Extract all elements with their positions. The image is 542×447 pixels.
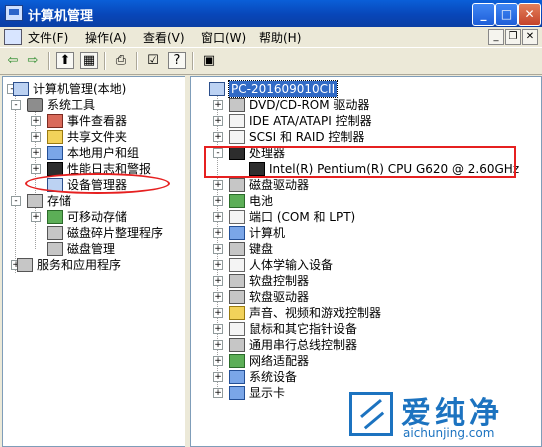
expand-toggle[interactable]: + — [31, 212, 41, 222]
expand-toggle[interactable]: + — [213, 180, 223, 190]
menu-file[interactable]: 文件(F) — [28, 29, 68, 46]
dvd-icon — [229, 98, 245, 112]
properties-icon[interactable]: ☑ — [144, 52, 162, 69]
expand-toggle[interactable]: + — [31, 148, 41, 158]
processor-highlight-box — [204, 146, 516, 178]
expand-toggle[interactable]: + — [213, 340, 223, 350]
computer-icon — [229, 226, 245, 240]
forward-arrow-icon[interactable]: ⇨ — [24, 52, 42, 69]
computer-management-icon — [13, 82, 29, 96]
back-arrow-icon[interactable]: ⇦ — [4, 52, 22, 69]
storage-icon — [27, 194, 43, 208]
computer-management-icon — [5, 5, 23, 21]
menu-help[interactable]: 帮助(H) — [259, 29, 301, 46]
floppy-drive-icon — [229, 290, 245, 304]
hid-icon — [229, 258, 245, 272]
expand-toggle[interactable]: + — [213, 260, 223, 270]
expand-toggle[interactable]: + — [213, 196, 223, 206]
port-icon — [229, 210, 245, 224]
expand-toggle[interactable]: + — [31, 164, 41, 174]
menu-window[interactable]: 窗口(W) — [201, 29, 246, 46]
watermark: 爱纯净 aichunjing.com — [345, 388, 540, 444]
show-hide-tree-icon[interactable]: ▦ — [80, 52, 98, 69]
event-viewer-icon — [47, 114, 63, 128]
mouse-icon — [229, 322, 245, 336]
expand-toggle[interactable]: + — [213, 100, 223, 110]
minimize-button[interactable]: _ — [472, 3, 495, 26]
usb-icon — [229, 338, 245, 352]
computer-icon — [209, 82, 225, 96]
brand-logo-icon — [349, 392, 393, 436]
menu-bar: 文件(F) 操作(A) 查看(V) 窗口(W) 帮助(H) _ ❐ ✕ — [0, 27, 542, 46]
expand-toggle[interactable]: + — [213, 292, 223, 302]
print-icon[interactable]: ⎙ — [112, 52, 130, 69]
floppy-controller-icon — [229, 274, 245, 288]
expand-toggle[interactable]: + — [213, 244, 223, 254]
device-scan-icon[interactable]: ▣ — [200, 52, 218, 69]
users-icon — [47, 146, 63, 160]
removable-storage-icon — [47, 210, 63, 224]
title-bar[interactable]: 计算机管理 _ □ ✕ — [0, 0, 542, 27]
services-icon — [17, 258, 33, 272]
console-tree[interactable]: - 计算机管理(本地) - 系统工具 + 事件查看器 + 共享文件夹 + 本地用… — [2, 76, 186, 447]
battery-icon — [229, 194, 245, 208]
expand-toggle[interactable]: + — [31, 132, 41, 142]
expand-toggle[interactable]: + — [213, 372, 223, 382]
child-restore-button[interactable]: ❐ — [505, 29, 521, 45]
pane-splitter[interactable] — [185, 76, 189, 447]
expand-toggle[interactable]: + — [213, 212, 223, 222]
document-icon[interactable] — [4, 29, 22, 45]
child-minimize-button[interactable]: _ — [488, 29, 504, 45]
watermark-url: aichunjing.com — [403, 426, 495, 440]
expand-toggle[interactable]: + — [213, 132, 223, 142]
disk-management-icon — [47, 242, 63, 256]
expand-toggle[interactable]: + — [213, 324, 223, 334]
toolbar: ⇦ ⇨ ⬆ ▦ ⎙ ☑ ? ▣ — [0, 47, 542, 75]
defrag-icon — [47, 226, 63, 240]
network-icon — [229, 354, 245, 368]
display-icon — [229, 386, 245, 400]
shared-folder-icon — [47, 130, 63, 144]
expand-toggle[interactable]: + — [213, 356, 223, 366]
expand-toggle[interactable]: + — [213, 276, 223, 286]
expand-toggle[interactable]: + — [213, 388, 223, 398]
ide-icon — [229, 114, 245, 128]
keyboard-icon — [229, 242, 245, 256]
device-manager-highlight-ellipse — [25, 173, 170, 194]
help-icon[interactable]: ? — [168, 52, 186, 69]
maximize-button[interactable]: □ — [495, 3, 518, 26]
expand-toggle[interactable]: + — [213, 116, 223, 126]
disk-drive-icon — [229, 178, 245, 192]
expand-toggle[interactable]: + — [213, 228, 223, 238]
close-button[interactable]: ✕ — [518, 3, 541, 26]
window-title: 计算机管理 — [28, 9, 94, 24]
up-folder-icon[interactable]: ⬆ — [56, 52, 74, 69]
expand-toggle[interactable]: + — [213, 308, 223, 318]
child-close-button[interactable]: ✕ — [522, 29, 538, 45]
expand-toggle[interactable]: + — [31, 116, 41, 126]
menu-view[interactable]: 查看(V) — [143, 29, 185, 46]
collapse-toggle[interactable]: - — [11, 196, 21, 206]
sound-icon — [229, 306, 245, 320]
system-device-icon — [229, 370, 245, 384]
collapse-toggle[interactable]: - — [11, 100, 21, 110]
menu-action[interactable]: 操作(A) — [85, 29, 127, 46]
tools-icon — [27, 98, 43, 112]
scsi-icon — [229, 130, 245, 144]
